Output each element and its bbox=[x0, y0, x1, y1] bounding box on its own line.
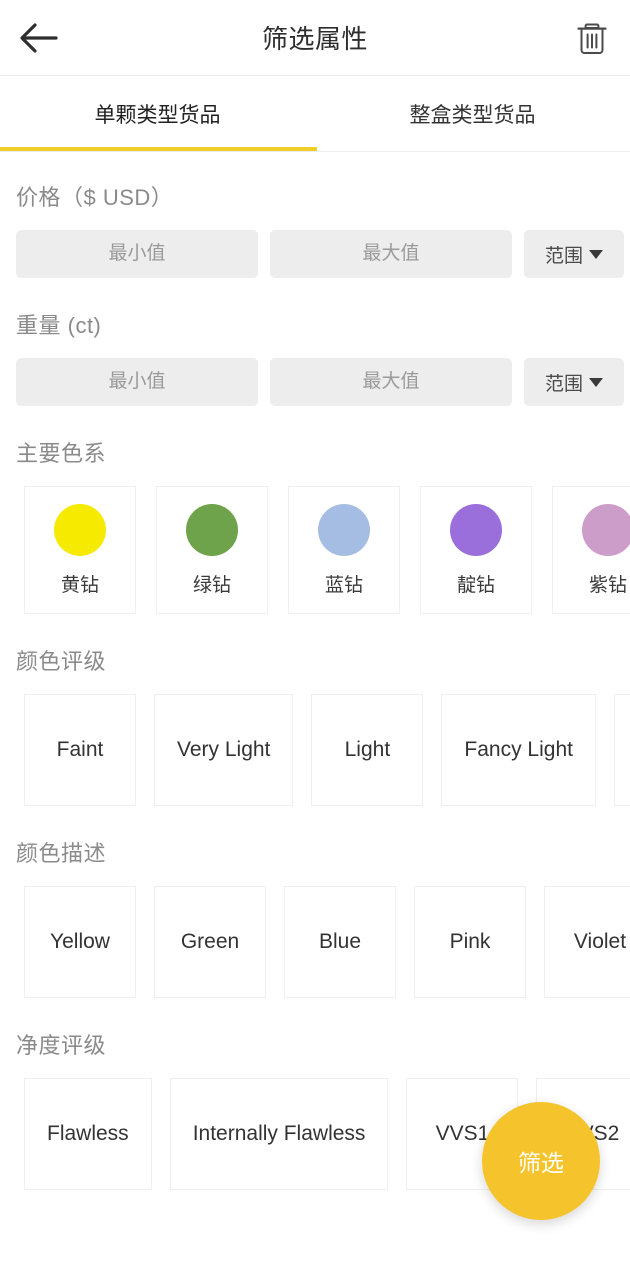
main-color-scroller[interactable]: 黄钻 绿钻 蓝钻 靛钻 紫钻 bbox=[0, 486, 630, 614]
clarity-grade-chip[interactable]: Flawless bbox=[24, 1078, 152, 1190]
section-main-color-label: 主要色系 bbox=[16, 441, 107, 466]
section-color-grade-label: 颜色评级 bbox=[16, 649, 107, 674]
color-swatch-card[interactable]: 黄钻 bbox=[24, 486, 136, 614]
color-description-chip[interactable]: Pink bbox=[414, 886, 526, 998]
color-description-chip-label: Pink bbox=[449, 930, 491, 953]
tab-active-indicator bbox=[0, 147, 317, 151]
back-arrow-icon bbox=[18, 21, 58, 55]
section-weight: 重量 (ct) 范围 bbox=[0, 308, 630, 406]
color-description-chip-label: Blue bbox=[318, 930, 362, 953]
chevron-down-icon bbox=[589, 249, 603, 259]
color-grade-chip[interactable]: Fancy Light bbox=[441, 694, 596, 806]
tab-single-item-label: 单颗类型货品 bbox=[94, 103, 221, 127]
color-swatch-dot bbox=[582, 503, 630, 556]
back-button[interactable] bbox=[0, 0, 76, 76]
color-grade-chip[interactable]: Faint bbox=[24, 694, 136, 806]
clarity-grade-chip[interactable]: Internally Flawless bbox=[169, 1078, 389, 1190]
color-swatch-dot bbox=[186, 503, 238, 556]
color-grade-chip[interactable]: Fancy bbox=[613, 694, 630, 806]
weight-range-row: 范围 bbox=[0, 358, 630, 406]
weight-min-input[interactable] bbox=[16, 358, 258, 406]
weight-range-mode-select[interactable]: 范围 bbox=[524, 358, 624, 406]
color-swatch-card[interactable]: 绿钻 bbox=[156, 486, 268, 614]
section-main-color: 主要色系 黄钻 绿钻 蓝钻 靛钻 紫钻 bbox=[0, 436, 630, 614]
color-grade-chip[interactable]: Light bbox=[311, 694, 424, 806]
trash-icon bbox=[575, 20, 609, 56]
clarity-grade-chip-label: VVS1 bbox=[435, 1122, 490, 1145]
app-header: 筛选属性 bbox=[0, 0, 630, 76]
price-min-input[interactable] bbox=[16, 230, 258, 278]
clarity-grade-chip-label: Flawless bbox=[47, 1122, 129, 1145]
color-swatch-dot bbox=[54, 503, 106, 556]
price-max-input[interactable] bbox=[270, 230, 512, 278]
apply-filter-label: 筛选 bbox=[518, 1150, 564, 1176]
section-price: 价格（$ USD） 范围 bbox=[0, 180, 630, 278]
price-range-row: 范围 bbox=[0, 230, 630, 278]
filter-attributes-screen: 筛选属性 单颗类型货品 整盒类型货品 价格（$ USD） 最小值 最大值 范围 … bbox=[0, 0, 630, 1280]
page-title: 筛选属性 bbox=[261, 24, 368, 54]
color-swatch-dot bbox=[450, 503, 502, 556]
color-swatch-label: 蓝钻 bbox=[324, 574, 363, 596]
color-description-chip[interactable]: Yellow bbox=[24, 886, 136, 998]
delete-button[interactable] bbox=[554, 0, 630, 76]
color-swatch-card[interactable]: 靛钻 bbox=[420, 486, 532, 614]
tab-bar: 单颗类型货品 整盒类型货品 bbox=[0, 76, 630, 152]
color-swatch-label: 紫钻 bbox=[588, 574, 627, 596]
color-swatch-card[interactable]: 紫钻 bbox=[552, 486, 630, 614]
color-description-chip-label: Violet bbox=[573, 930, 627, 953]
clarity-grade-chip-label: Internally Flawless bbox=[192, 1122, 366, 1145]
color-grade-chip[interactable]: Very Light bbox=[154, 694, 294, 806]
section-color-grade: 颜色评级 Faint Very Light Light Fancy Light Fanc… bbox=[0, 644, 630, 806]
price-range-mode-select[interactable]: 范围 bbox=[524, 230, 624, 278]
section-clarity-grade-label: 净度评级 bbox=[16, 1033, 107, 1058]
tab-box-item-label: 整盒类型货品 bbox=[409, 103, 536, 127]
color-grade-chip-label: Faint bbox=[56, 738, 104, 761]
color-swatch-label: 靛钻 bbox=[456, 574, 495, 596]
weight-range-mode-label: 范围 bbox=[544, 373, 583, 395]
section-color-description: 颜色描述 Yellow Green Blue Pink Violet bbox=[0, 836, 630, 998]
color-swatch-dot bbox=[318, 503, 370, 556]
section-weight-label: 重量 (ct) bbox=[16, 313, 102, 338]
apply-filter-fab[interactable]: 筛选 bbox=[482, 1102, 600, 1220]
tab-single-item[interactable]: 单颗类型货品 bbox=[0, 76, 315, 151]
color-grade-chip-label: Fancy Light bbox=[464, 738, 573, 761]
color-grade-scroller[interactable]: Faint Very Light Light Fancy Light Fancy bbox=[0, 694, 630, 806]
section-price-label: 价格（$ USD） bbox=[16, 185, 174, 210]
price-range-mode-label: 范围 bbox=[544, 245, 583, 267]
color-description-chip[interactable]: Blue bbox=[284, 886, 396, 998]
color-swatch-label: 黄钻 bbox=[60, 574, 99, 596]
color-description-chip-label: Yellow bbox=[50, 930, 110, 953]
color-grade-chip-label: Light bbox=[344, 738, 391, 761]
color-swatch-card[interactable]: 蓝钻 bbox=[288, 486, 400, 614]
color-swatch-label: 绿钻 bbox=[192, 574, 231, 596]
color-description-chip[interactable]: Green bbox=[154, 886, 266, 998]
color-description-chip-label: Green bbox=[180, 930, 240, 953]
tab-box-item[interactable]: 整盒类型货品 bbox=[315, 76, 630, 151]
color-description-chip[interactable]: Violet bbox=[544, 886, 630, 998]
section-color-description-label: 颜色描述 bbox=[16, 841, 107, 866]
weight-max-input[interactable] bbox=[270, 358, 512, 406]
color-description-scroller[interactable]: Yellow Green Blue Pink Violet bbox=[0, 886, 630, 998]
chevron-down-icon bbox=[589, 377, 603, 387]
color-grade-chip-label: Very Light bbox=[177, 738, 271, 761]
